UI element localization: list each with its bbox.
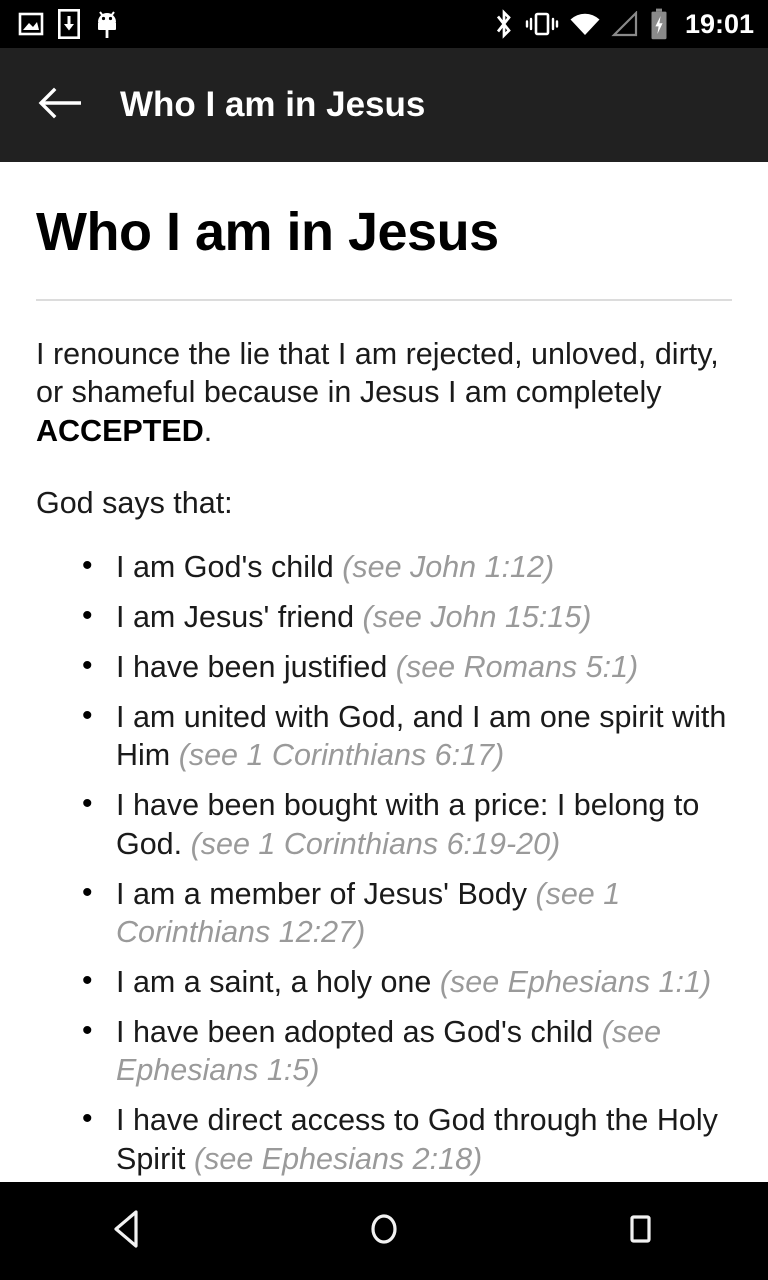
nav-back-button[interactable]	[58, 1182, 198, 1280]
status-bar: 19:01	[0, 0, 768, 48]
triangle-back-icon	[108, 1207, 148, 1256]
list-item-text: I am God's child	[116, 550, 343, 585]
cell-signal-icon	[611, 10, 639, 37]
list-intro-paragraph: God says that:	[36, 485, 233, 520]
intro-paragraph: I renounce the lie that I am rejected, u…	[36, 301, 732, 450]
list-item: I have been justified (see Romans 5:1)	[36, 647, 732, 687]
toolbar-title: Who I am in Jesus	[120, 85, 426, 124]
android-navigation-bar	[0, 1182, 768, 1280]
list-item: I am a saint, a holy one (see Ephesians …	[36, 962, 732, 1002]
list-item: I have direct access to God through the …	[36, 1100, 732, 1178]
status-bar-right-icons: 19:01	[493, 8, 754, 40]
intro-text-after-bold: .	[203, 413, 213, 448]
list-item-citation: (see John 15:15)	[362, 600, 592, 635]
square-recents-icon	[620, 1207, 660, 1256]
list-item: I am Jesus' friend (see John 15:15)	[36, 597, 732, 637]
wifi-icon	[569, 11, 601, 37]
list-item-text: I have been adopted as God's child	[116, 1014, 602, 1049]
list-item: I have been adopted as God's child (see …	[36, 1012, 732, 1090]
article-content: Who I am in Jesus I renounce the lie tha…	[0, 162, 768, 1182]
nav-recents-button[interactable]	[570, 1182, 710, 1280]
list-item-citation: (see 1 Corinthians 6:19-20)	[190, 826, 561, 861]
status-bar-clock: 19:01	[684, 8, 754, 39]
app-toolbar: Who I am in Jesus	[0, 48, 768, 162]
list-item-citation: (see 1 Corinthians 6:17)	[178, 738, 505, 773]
list-item-citation: (see John 1:12)	[342, 550, 555, 585]
list-item: I am a member of Jesus' Body (see 1 Cori…	[36, 874, 732, 952]
list-item-text: I have been justified	[116, 649, 396, 684]
verse-list: I am God's child (see John 1:12) I am Je…	[36, 522, 732, 1178]
page-title: Who I am in Jesus	[36, 202, 499, 262]
list-item-text: I am a saint, a holy one	[116, 964, 440, 999]
bluetooth-icon	[493, 8, 515, 40]
download-icon	[57, 8, 80, 39]
list-item-citation: (see Romans 5:1)	[395, 649, 639, 684]
nav-home-button[interactable]	[314, 1182, 454, 1280]
list-item-citation: (see Ephesians 2:18)	[193, 1141, 483, 1176]
image-icon	[18, 11, 44, 37]
intro-text-before-bold: I renounce the lie that I am rejected, u…	[36, 336, 719, 410]
list-item-text: I am Jesus' friend	[116, 600, 363, 635]
list-item: I am God's child (see John 1:12)	[36, 547, 732, 587]
list-item: I am united with God, and I am one spiri…	[36, 697, 732, 775]
android-debug-icon	[94, 9, 120, 39]
battery-charging-icon	[649, 8, 669, 40]
list-item-citation: (see Ephesians 1:1)	[439, 964, 712, 999]
vibrate-icon	[525, 9, 559, 39]
list-item: I have been bought with a price: I belon…	[36, 785, 732, 863]
intro-emphasis-word: ACCEPTED	[36, 413, 204, 448]
list-item-text: I am a member of Jesus' Body	[116, 876, 536, 911]
circle-home-icon	[364, 1207, 404, 1256]
toolbar-back-button[interactable]	[34, 79, 86, 131]
status-bar-left-icons	[18, 8, 120, 39]
arrow-left-icon	[37, 85, 83, 126]
